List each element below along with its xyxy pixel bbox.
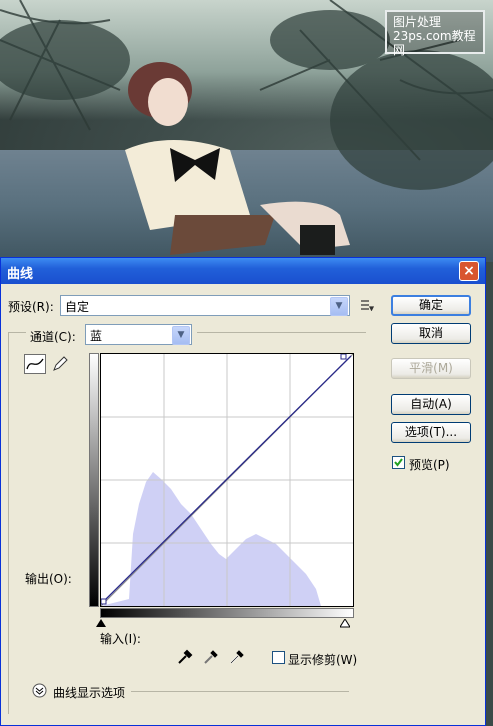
input-gradient-bar: [100, 608, 354, 618]
channel-select[interactable]: 蓝 ▼: [85, 324, 192, 345]
title-bar[interactable]: 曲线 ×: [1, 258, 485, 284]
expand-icon[interactable]: [32, 683, 47, 698]
input-label: 输入(I):: [100, 632, 141, 646]
show-clipping-checkbox[interactable]: [272, 651, 285, 664]
dialog-title: 曲线: [7, 267, 34, 282]
watermark-site: 23ps.com: [393, 29, 452, 43]
preset-label: 预设(R):: [8, 300, 54, 314]
checkmark-icon: [394, 458, 403, 467]
histogram: [101, 472, 321, 606]
preview-label[interactable]: 预览(P): [409, 456, 450, 473]
curve-tool-icon: [26, 358, 44, 370]
preset-value: 自定: [65, 300, 90, 314]
channel-value: 蓝: [90, 329, 103, 343]
group-divider-left: [8, 332, 26, 333]
curve-canvas: [101, 354, 353, 606]
pencil-icon[interactable]: [51, 355, 69, 373]
chevron-down-icon: ▼: [330, 297, 348, 316]
smooth-button[interactable]: 平滑(M): [391, 358, 471, 379]
options-divider: [131, 691, 349, 692]
black-point-slider[interactable]: [96, 619, 106, 628]
gray-eyedropper-icon[interactable]: [203, 649, 219, 665]
curve-tool-button[interactable]: [24, 354, 46, 374]
close-button[interactable]: ×: [459, 261, 479, 281]
preset-menu-icon[interactable]: [360, 299, 374, 311]
curve-display-options-label[interactable]: 曲线显示选项: [53, 684, 125, 701]
group-divider-right: [197, 332, 366, 333]
preset-select[interactable]: 自定 ▼: [60, 295, 350, 316]
auto-button[interactable]: 自动(A): [391, 394, 471, 415]
curves-dialog: 曲线 × 预设(R): 自定 ▼ 确定 取消 平滑(M) 自动(A) 选项(T)…: [0, 257, 486, 726]
channel-label: 通道(C):: [30, 330, 76, 344]
ok-button[interactable]: 确定: [391, 295, 471, 316]
output-label: 输出(O):: [25, 572, 72, 586]
watermark-line2: 23ps.com教程网: [393, 29, 477, 57]
close-icon: ×: [463, 263, 475, 279]
black-eyedropper-icon[interactable]: [177, 649, 193, 665]
white-point-slider[interactable]: [340, 619, 350, 628]
curve-point-white[interactable]: [340, 354, 347, 360]
curve-point-black[interactable]: [101, 598, 107, 605]
chevron-down-icon: ▼: [172, 326, 190, 345]
options-button[interactable]: 选项(T)...: [391, 422, 471, 443]
cancel-button[interactable]: 取消: [391, 323, 471, 344]
watermark-line1: 图片处理: [393, 15, 442, 29]
output-gradient-bar: [89, 353, 99, 607]
preview-checkbox[interactable]: [392, 456, 405, 469]
show-clipping-label[interactable]: 显示修剪(W): [288, 651, 357, 668]
white-eyedropper-icon[interactable]: [229, 649, 245, 665]
curve-graph[interactable]: [100, 353, 354, 607]
watermark: 图片处理 23ps.com教程网: [385, 10, 485, 57]
